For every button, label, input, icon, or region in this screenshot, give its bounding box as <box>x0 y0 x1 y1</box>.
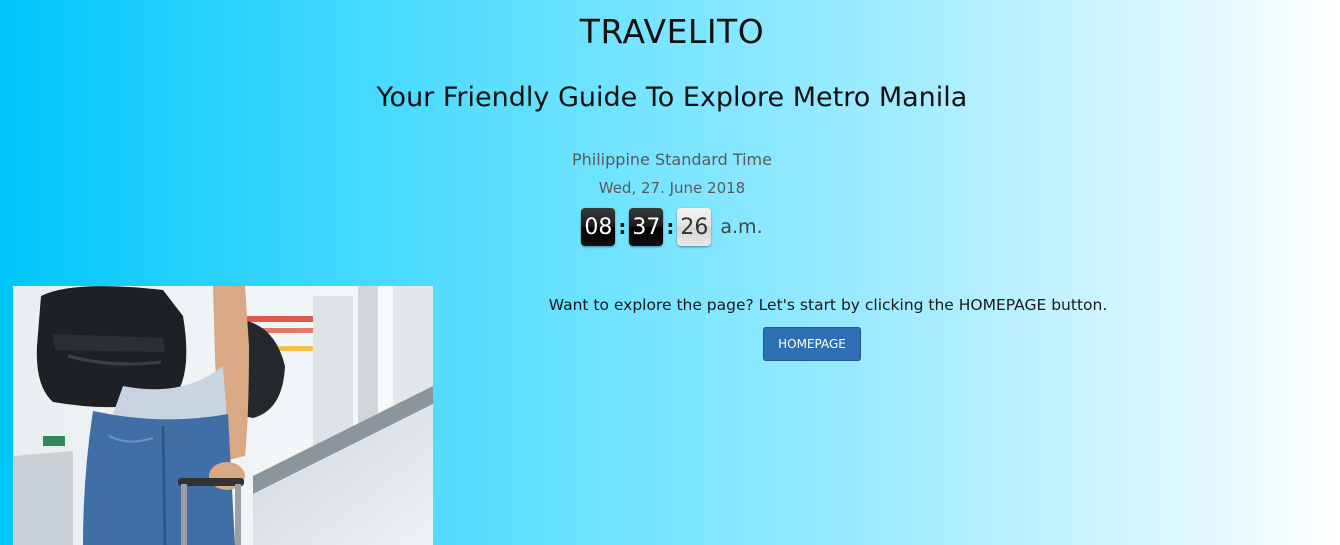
clock-hours: 08 <box>581 208 616 246</box>
clock-widget: Philippine Standard Time Wed, 27. June 2… <box>522 148 822 246</box>
clock-separator: : <box>618 215 627 239</box>
timezone-label: Philippine Standard Time <box>572 150 772 169</box>
traveler-photo <box>13 286 433 545</box>
tagline: Your Friendly Guide To Explore Metro Man… <box>376 82 968 113</box>
clock-seconds: 26 <box>677 208 712 246</box>
clock-minutes: 37 <box>629 208 664 246</box>
cta-text: Want to explore the page? Let's start by… <box>548 296 1108 314</box>
clock-separator: : <box>666 215 675 239</box>
site-title: TRAVELITO <box>579 12 765 51</box>
homepage-button[interactable]: HOMEPAGE <box>763 327 861 361</box>
clock-period: a.m. <box>720 216 763 238</box>
date-label: Wed, 27. June 2018 <box>598 179 746 197</box>
traveler-illustration <box>13 286 433 545</box>
flip-clock: 08 : 37 : 26 a.m. <box>522 208 822 246</box>
